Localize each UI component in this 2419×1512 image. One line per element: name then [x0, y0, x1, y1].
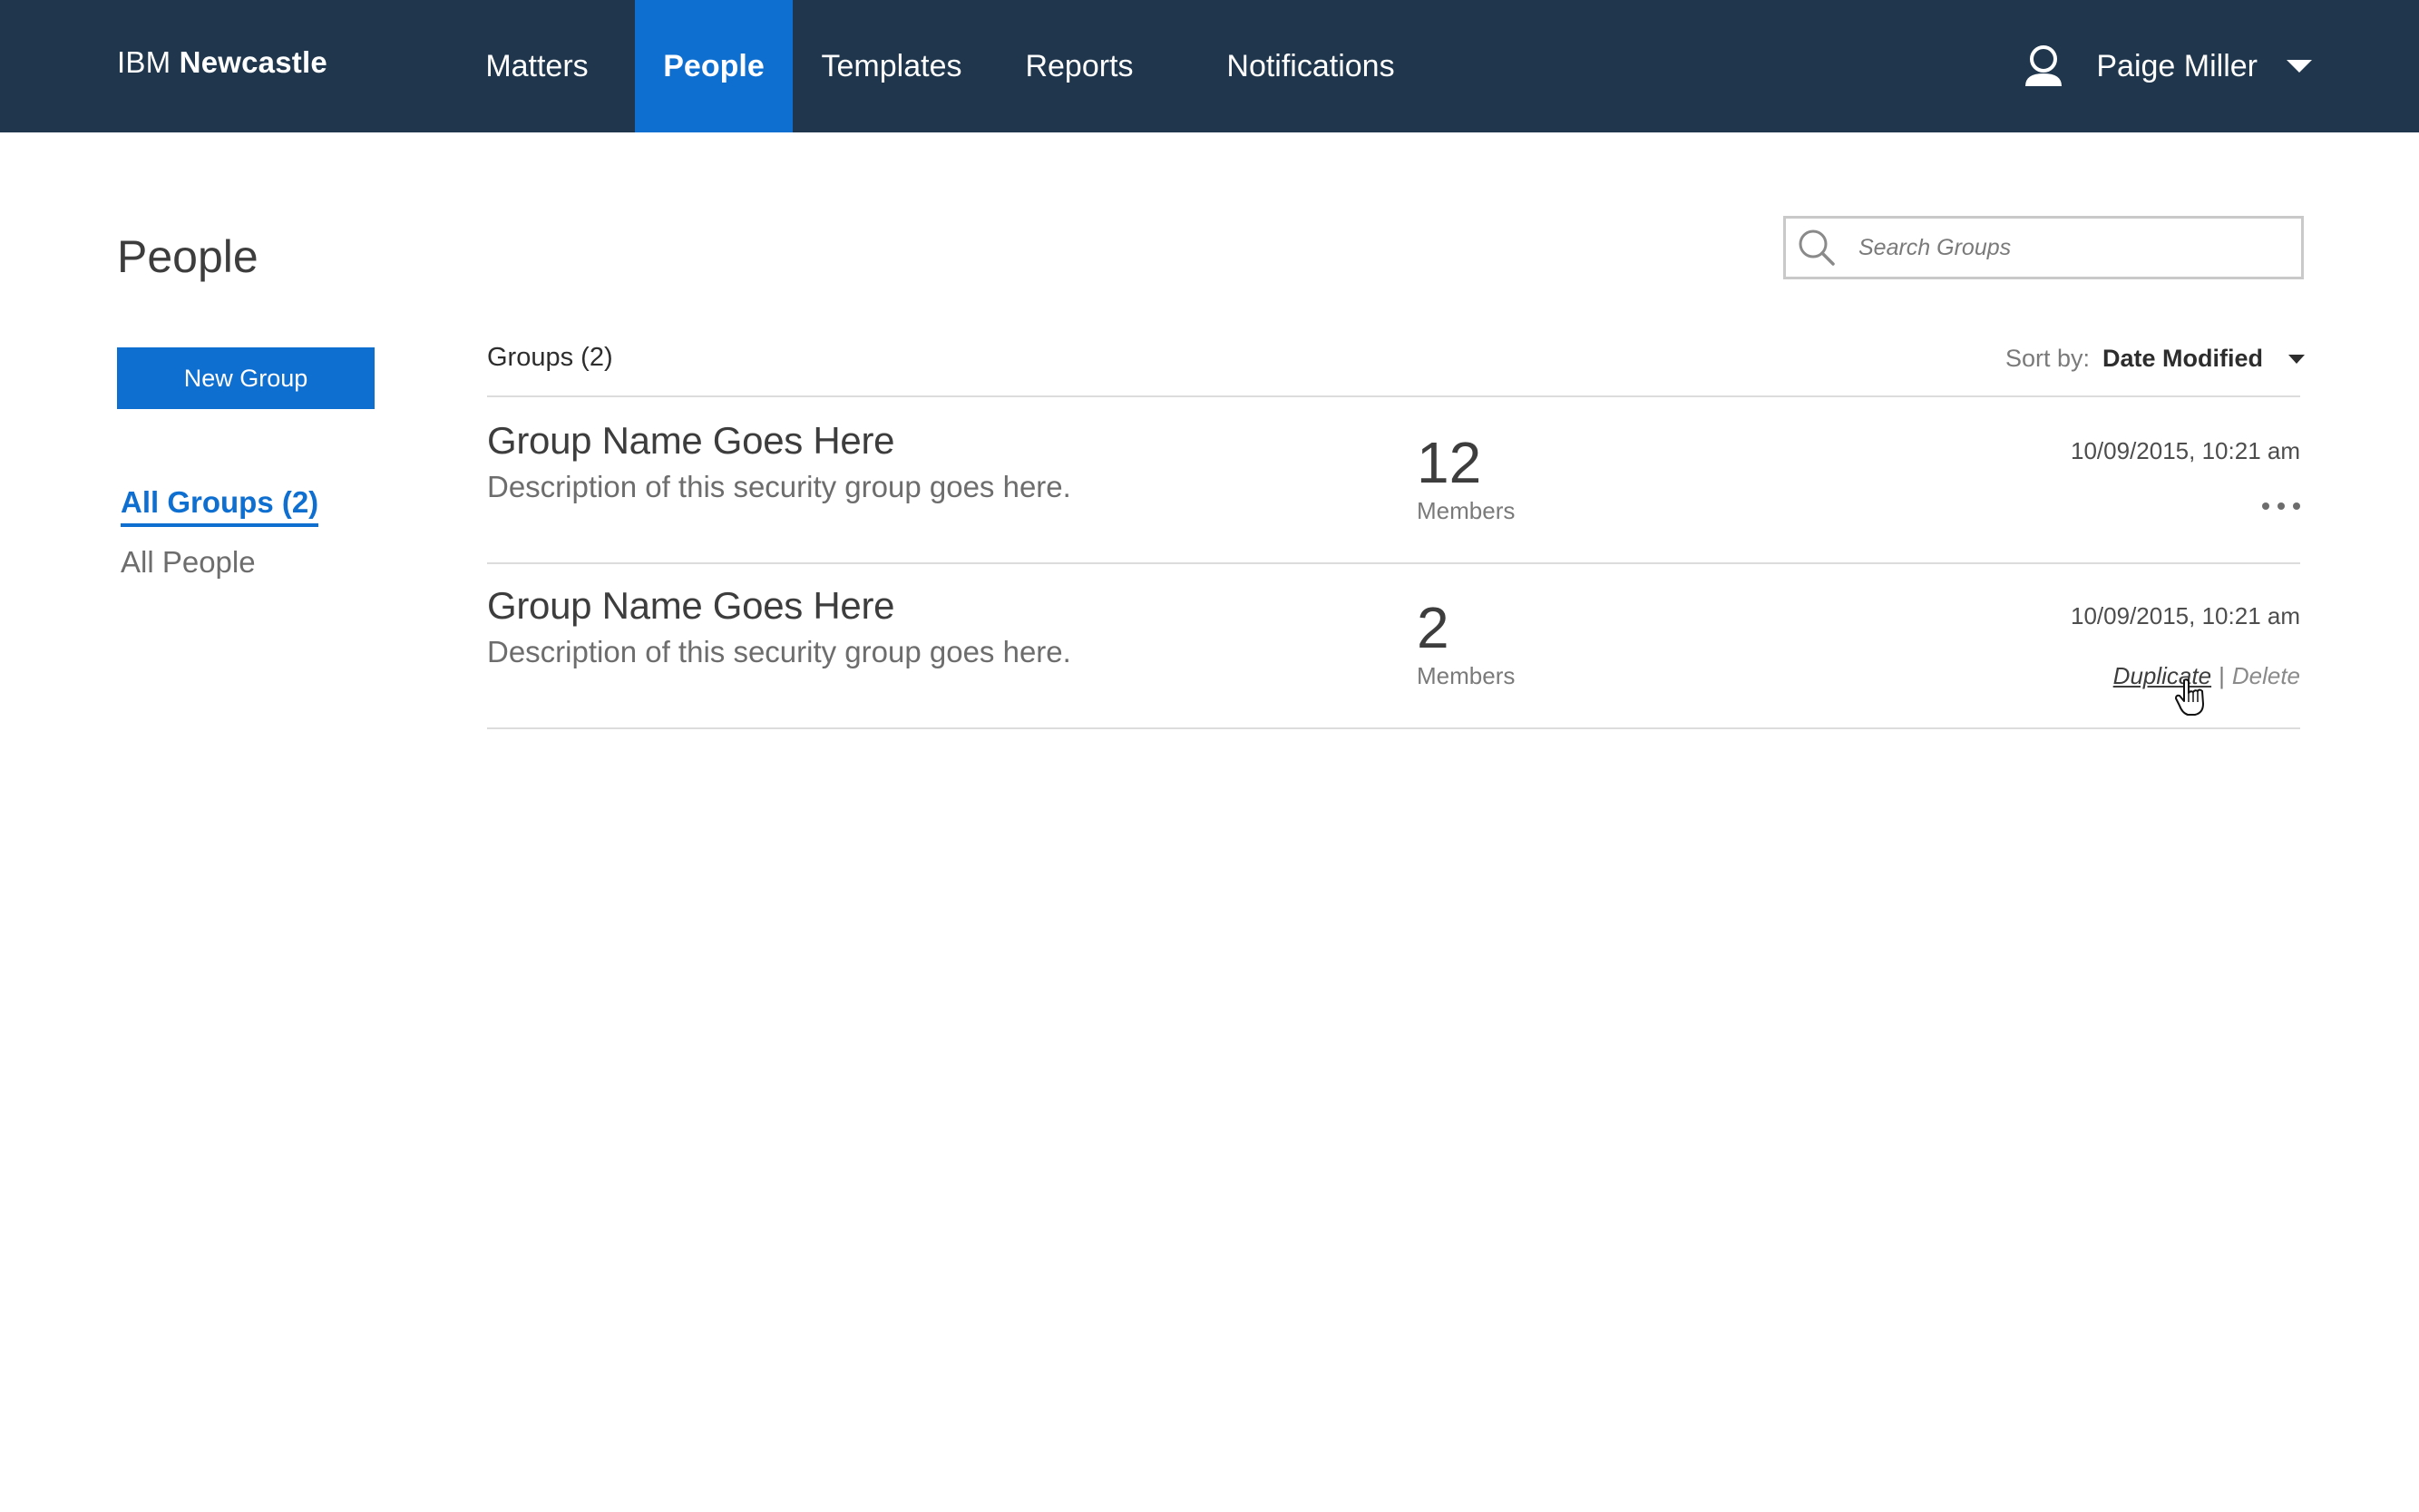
- user-icon: [2025, 45, 2063, 86]
- brand-name: Newcastle: [179, 45, 327, 79]
- chevron-down-icon: [2288, 354, 2305, 364]
- sort-label: Sort by:: [2004, 345, 2090, 372]
- user-name: Paige Miller: [2096, 48, 2258, 83]
- nav-tab-people[interactable]: People: [635, 0, 793, 132]
- group-description: Description of this security group goes …: [487, 470, 1071, 503]
- group-row[interactable]: Group Name Goes Here Description of this…: [487, 564, 2300, 727]
- user-menu[interactable]: Paige Miller: [2024, 0, 2312, 132]
- chevron-down-icon: [2287, 60, 2312, 73]
- new-group-button[interactable]: New Group: [117, 347, 375, 409]
- nav-tab-reports[interactable]: Reports: [1016, 0, 1143, 132]
- app-brand[interactable]: IBM Newcastle: [117, 45, 327, 80]
- sidebar-item-all-people[interactable]: All People: [121, 545, 256, 580]
- list-divider: [487, 395, 2300, 397]
- hand-cursor-icon: [2175, 678, 2204, 716]
- group-name[interactable]: Group Name Goes Here: [487, 584, 895, 628]
- delete-link[interactable]: Delete: [2232, 662, 2300, 690]
- sidebar-item-all-groups[interactable]: All Groups (2): [121, 485, 319, 527]
- groups-heading: Groups (2): [487, 343, 613, 372]
- nav-tab-templates[interactable]: Templates: [807, 0, 976, 132]
- member-label: Members: [1417, 497, 1516, 524]
- action-separator: |: [2219, 662, 2225, 689]
- group-row[interactable]: Group Name Goes Here Description of this…: [487, 399, 2300, 562]
- group-name[interactable]: Group Name Goes Here: [487, 419, 895, 463]
- member-count: 2: [1417, 595, 1449, 660]
- page-title: People: [117, 231, 258, 282]
- group-date-modified: 10/09/2015, 10:21 am: [2071, 437, 2300, 464]
- sort-dropdown[interactable]: Sort by: Date Modified: [2005, 345, 2305, 373]
- brand-prefix: IBM: [117, 45, 171, 79]
- nav-tab-notifications[interactable]: Notifications: [1217, 0, 1404, 132]
- group-description: Description of this security group goes …: [487, 635, 1071, 668]
- top-navigation-bar: IBM Newcastle Matters People Templates R…: [0, 0, 2419, 132]
- search-icon: [1799, 229, 1835, 266]
- list-divider: [487, 727, 2300, 729]
- member-label: Members: [1417, 662, 1516, 689]
- more-options-icon[interactable]: [2262, 501, 2300, 512]
- sort-value: Date Modified: [2102, 345, 2263, 372]
- nav-tab-matters[interactable]: Matters: [463, 0, 611, 132]
- member-count: 12: [1417, 430, 1482, 495]
- search-input[interactable]: [1858, 234, 2276, 261]
- row-actions: Duplicate | Delete: [2113, 662, 2300, 690]
- search-box[interactable]: [1783, 216, 2304, 279]
- group-date-modified: 10/09/2015, 10:21 am: [2071, 602, 2300, 629]
